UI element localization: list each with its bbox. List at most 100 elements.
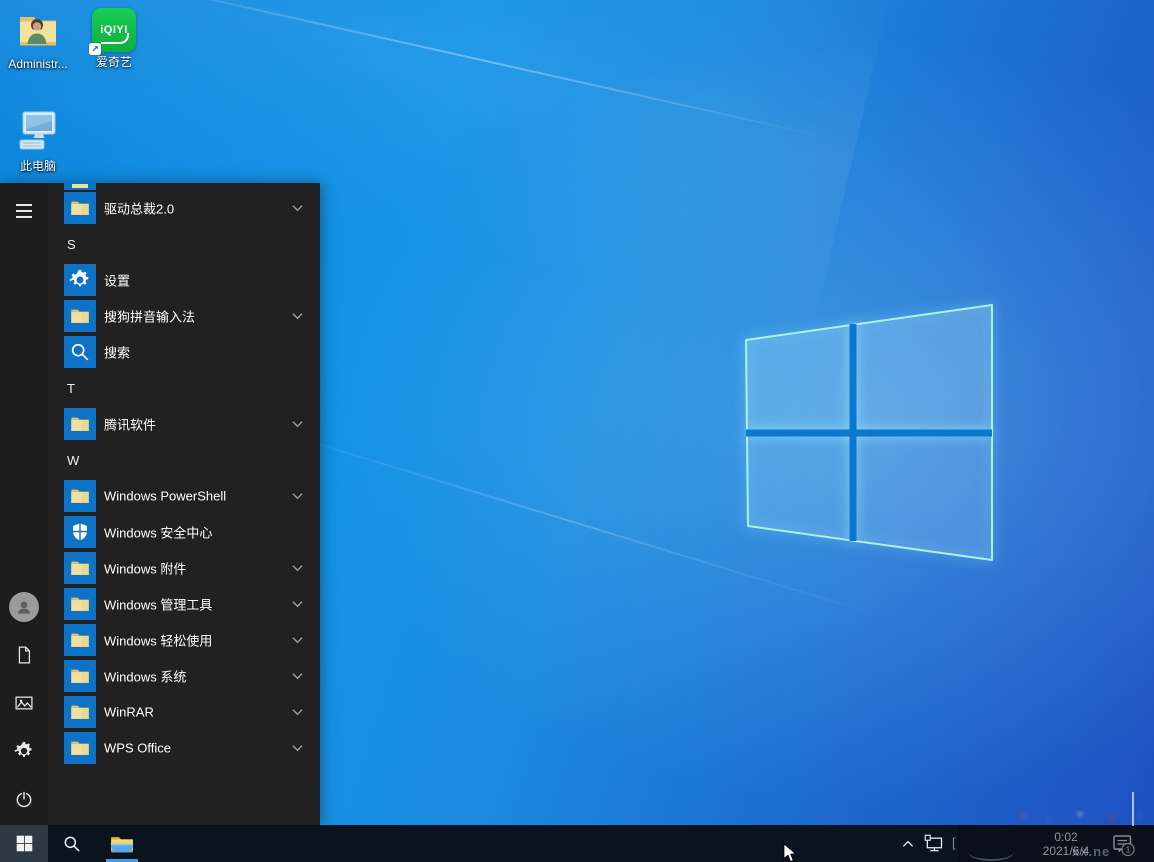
chevron-down-icon[interactable] [292, 708, 303, 716]
watermark-text: xx.ne [1072, 844, 1110, 859]
hamburger-icon [16, 204, 32, 218]
desktop-icon-administrator[interactable]: Administr... [0, 8, 76, 71]
start-menu-item[interactable]: 设置 [0, 262, 320, 298]
start-menu-item-label: WPS Office [104, 741, 171, 756]
network-icon [924, 834, 944, 854]
start-menu-item-label: 腾讯软件 [104, 415, 156, 434]
start-menu-item-label: Windows 轻松使用 [104, 631, 212, 650]
start-menu-section-header[interactable]: W [0, 442, 320, 478]
start-menu-item-label: Windows 管理工具 [104, 595, 212, 614]
start-menu-section-header[interactable]: T [0, 370, 320, 406]
app-tile-icon [64, 183, 96, 190]
start-menu-item-label: 驱动总裁2.0 [104, 199, 174, 218]
start-menu-item[interactable]: WinRAR [0, 694, 320, 730]
start-menu-item[interactable]: Windows 轻松使用 [0, 622, 320, 658]
section-letter: S [67, 237, 76, 252]
windows-logo-icon [16, 835, 33, 852]
windows-wallpaper-logo [740, 300, 998, 562]
file-explorer-button[interactable] [98, 825, 146, 862]
settings-button[interactable] [0, 727, 48, 775]
folder-icon [72, 184, 88, 188]
app-tile-icon [64, 480, 96, 512]
light-ray [69, 0, 831, 139]
user-folder-icon [15, 8, 61, 54]
app-tile-icon [64, 696, 96, 728]
start-menu-item-label: Windows 附件 [104, 559, 186, 578]
desktop-icon-label: 爱奇艺 [96, 56, 132, 69]
start-menu-item-label: 设置 [104, 271, 130, 290]
documents-button[interactable] [0, 631, 48, 679]
desktop-icon-iqiyi[interactable]: iQIYI ↗ 爱奇艺 [76, 8, 152, 69]
chevron-down-icon[interactable] [292, 636, 303, 644]
app-tile-icon [64, 300, 96, 332]
file-explorer-icon [109, 831, 135, 857]
start-menu-item-label: Windows PowerShell [104, 489, 226, 504]
desktop: Administr... iQIYI ↗ 爱奇艺 此电脑 驱动总裁2 [0, 0, 1154, 862]
start-menu-item-partial[interactable] [0, 183, 320, 190]
start-menu-section-header[interactable]: S [0, 226, 320, 262]
start-menu-item[interactable]: Windows PowerShell [0, 478, 320, 514]
start-menu-item[interactable]: 搜狗拼音输入法 [0, 298, 320, 334]
search-icon [62, 834, 82, 854]
start-button[interactable] [0, 825, 48, 862]
shortcut-arrow-icon: ↗ [89, 43, 101, 55]
chevron-down-icon[interactable] [292, 672, 303, 680]
start-menu-item[interactable]: 驱动总裁2.0 [0, 190, 320, 226]
power-icon [14, 789, 34, 809]
this-pc-icon [15, 108, 61, 156]
app-tile-icon [64, 552, 96, 584]
person-icon [14, 597, 34, 617]
network-tray-button[interactable] [919, 825, 949, 862]
avatar [9, 592, 39, 622]
start-menu-app-list: 驱动总裁2.0 S 设置 搜狗拼音输入法 搜索 T 腾讯软件 [0, 183, 320, 766]
app-tile-icon [64, 408, 96, 440]
start-menu-item[interactable]: WPS Office [0, 730, 320, 766]
desktop-icon-this-pc[interactable]: 此电脑 [0, 108, 76, 173]
desktop-icon-label: Administr... [8, 58, 67, 71]
chevron-down-icon[interactable] [292, 420, 303, 428]
start-menu-item-label: 搜狗拼音输入法 [104, 307, 195, 326]
watermark-crescent [968, 843, 1014, 861]
app-tile-icon [64, 264, 96, 296]
chevron-down-icon[interactable] [292, 564, 303, 572]
start-menu-item[interactable]: Windows 管理工具 [0, 586, 320, 622]
start-menu-item[interactable]: 腾讯软件 [0, 406, 320, 442]
iqiyi-swoosh [101, 33, 129, 44]
start-menu-item-label: Windows 系统 [104, 667, 186, 686]
chevron-down-icon[interactable] [292, 600, 303, 608]
app-tile-icon [64, 732, 96, 764]
gear-icon [14, 741, 34, 761]
ime-indicator-fragment: [ [952, 835, 956, 850]
document-icon [14, 645, 34, 665]
pictures-button[interactable] [0, 679, 48, 727]
start-menu-item[interactable]: Windows 附件 [0, 550, 320, 586]
start-menu-rail [0, 183, 48, 825]
user-account-button[interactable] [0, 583, 48, 631]
section-letter: W [67, 453, 79, 468]
app-tile-icon [64, 336, 96, 368]
start-menu: 驱动总裁2.0 S 设置 搜狗拼音输入法 搜索 T 腾讯软件 [0, 183, 320, 825]
desktop-icon-label: 此电脑 [20, 160, 56, 173]
iqiyi-icon: iQIYI ↗ [92, 8, 136, 52]
watermark-line [1132, 792, 1134, 826]
start-menu-item-label: WinRAR [104, 705, 154, 720]
app-tile-icon [64, 588, 96, 620]
chevron-down-icon[interactable] [292, 492, 303, 500]
app-tile-icon [64, 516, 96, 548]
chevron-down-icon[interactable] [292, 204, 303, 212]
pictures-icon [14, 693, 34, 713]
start-menu-item[interactable]: Windows 系统 [0, 658, 320, 694]
taskbar-search-button[interactable] [48, 825, 96, 862]
start-menu-item[interactable]: 搜索 [0, 334, 320, 370]
start-menu-item[interactable]: Windows 安全中心 [0, 514, 320, 550]
app-tile-icon [64, 192, 96, 224]
app-tile-icon [64, 660, 96, 692]
start-menu-item-label: Windows 安全中心 [104, 523, 212, 542]
start-menu-item-label: 搜索 [104, 343, 130, 362]
section-letter: T [67, 381, 75, 396]
power-button[interactable] [0, 775, 48, 823]
app-tile-icon [64, 624, 96, 656]
menu-expand-button[interactable] [0, 187, 48, 235]
chevron-down-icon[interactable] [292, 312, 303, 320]
chevron-down-icon[interactable] [292, 744, 303, 752]
